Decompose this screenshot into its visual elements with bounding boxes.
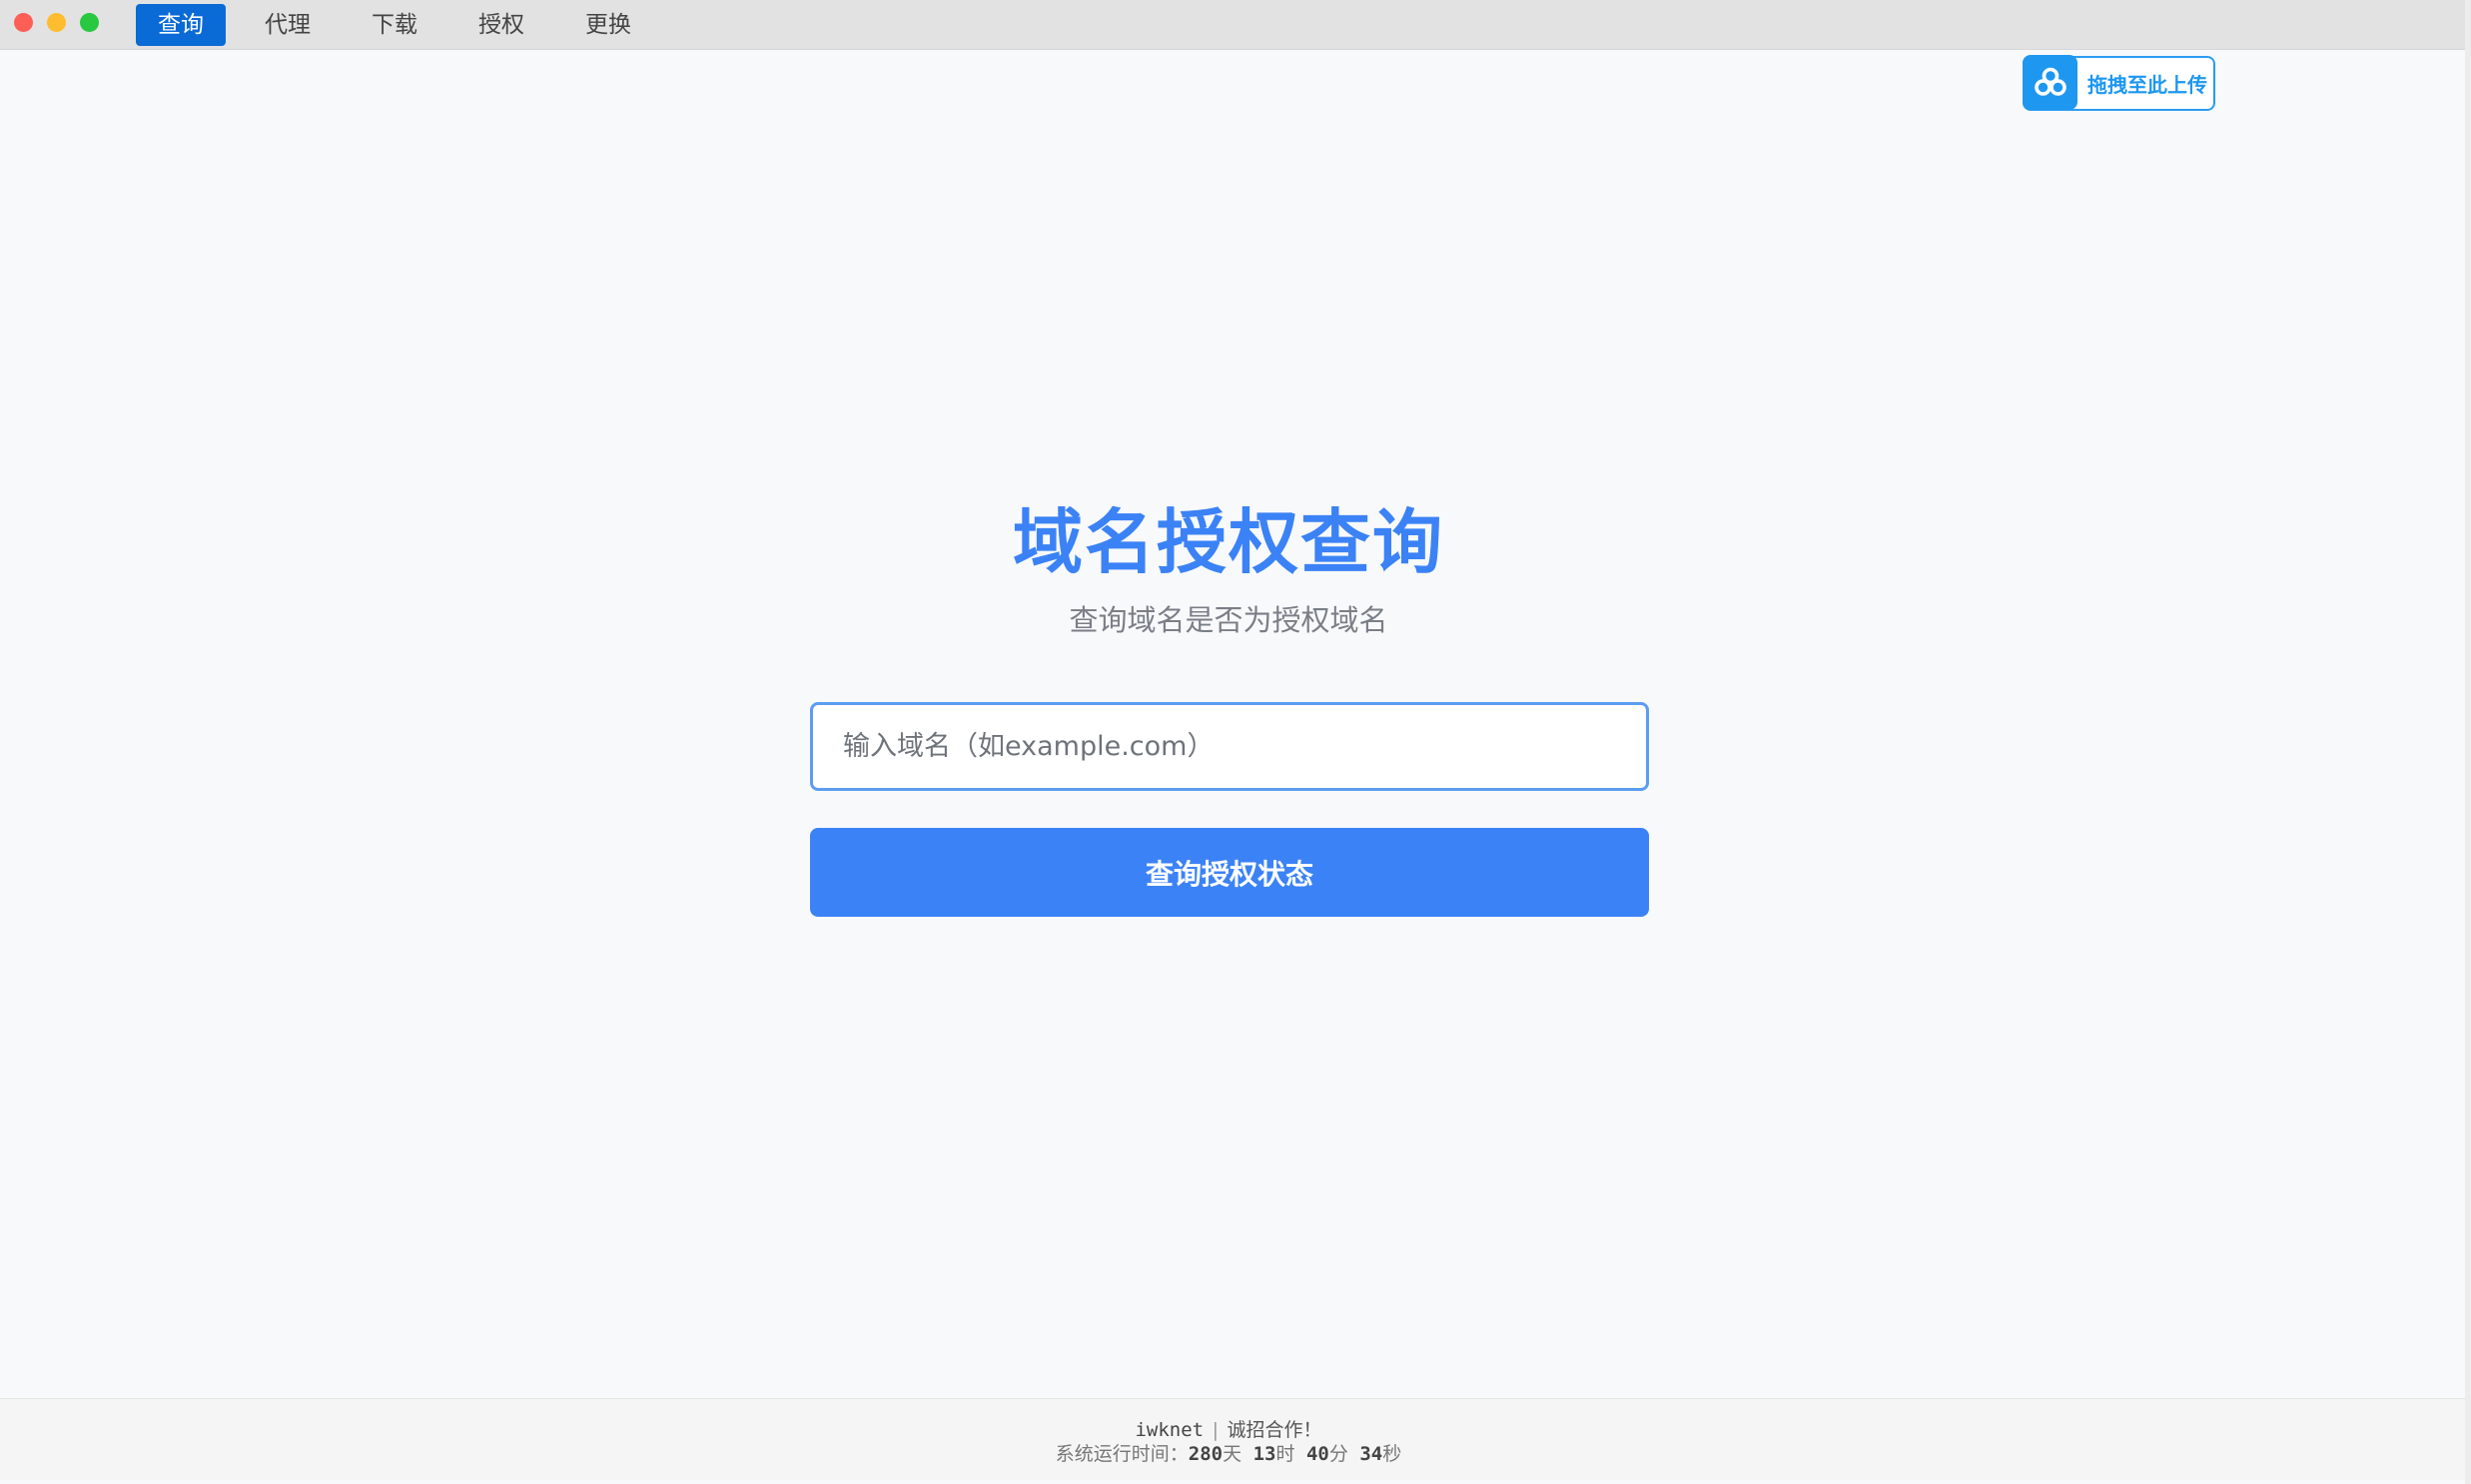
uptime-minutes: 40 <box>1305 1443 1329 1465</box>
domain-input[interactable] <box>810 702 1649 791</box>
maximize-window-button[interactable] <box>80 13 99 32</box>
tab-bar: 查询 代理 下载 授权 更换 <box>136 0 670 49</box>
tab-proxy[interactable]: 代理 <box>243 4 333 46</box>
uptime-days: 280 <box>1188 1443 1224 1465</box>
title-bar: 查询 代理 下载 授权 更换 <box>0 0 2471 50</box>
window-edge <box>2465 0 2471 1484</box>
footer: iwknet | 诚招合作！ 系统运行时间：280天 13时 40分 34秒 <box>0 1398 2465 1480</box>
uptime-days-unit: 天 <box>1223 1443 1242 1465</box>
uptime-seconds: 34 <box>1359 1443 1383 1465</box>
tab-authorize[interactable]: 授权 <box>456 4 546 46</box>
main-content: 域名授权查询 查询域名是否为授权域名 查询授权状态 <box>0 49 2465 1397</box>
footer-separator: | <box>1210 1419 1222 1441</box>
uptime-hours-unit: 时 <box>1275 1443 1295 1465</box>
tab-query[interactable]: 查询 <box>136 3 226 46</box>
uptime-seconds-unit: 秒 <box>1382 1443 1402 1465</box>
footer-uptime: 系统运行时间：280天 13时 40分 34秒 <box>0 1439 2457 1466</box>
minimize-window-button[interactable] <box>47 13 66 32</box>
close-window-button[interactable] <box>14 13 33 32</box>
footer-credits: iwknet | 诚招合作！ <box>0 1415 2457 1442</box>
footer-brand: iwknet <box>1135 1419 1205 1441</box>
tab-replace[interactable]: 更换 <box>563 4 653 46</box>
uptime-hours: 13 <box>1252 1443 1276 1465</box>
footer-slogan: 诚招合作！ <box>1227 1419 1322 1441</box>
page-subtitle: 查询域名是否为授权域名 <box>1069 603 1388 637</box>
tab-download[interactable]: 下载 <box>350 4 439 46</box>
uptime-label: 系统运行时间： <box>1055 1443 1189 1465</box>
uptime-minutes-unit: 分 <box>1328 1443 1348 1465</box>
query-status-button[interactable]: 查询授权状态 <box>810 828 1649 917</box>
page-title: 域名授权查询 <box>1013 501 1444 583</box>
